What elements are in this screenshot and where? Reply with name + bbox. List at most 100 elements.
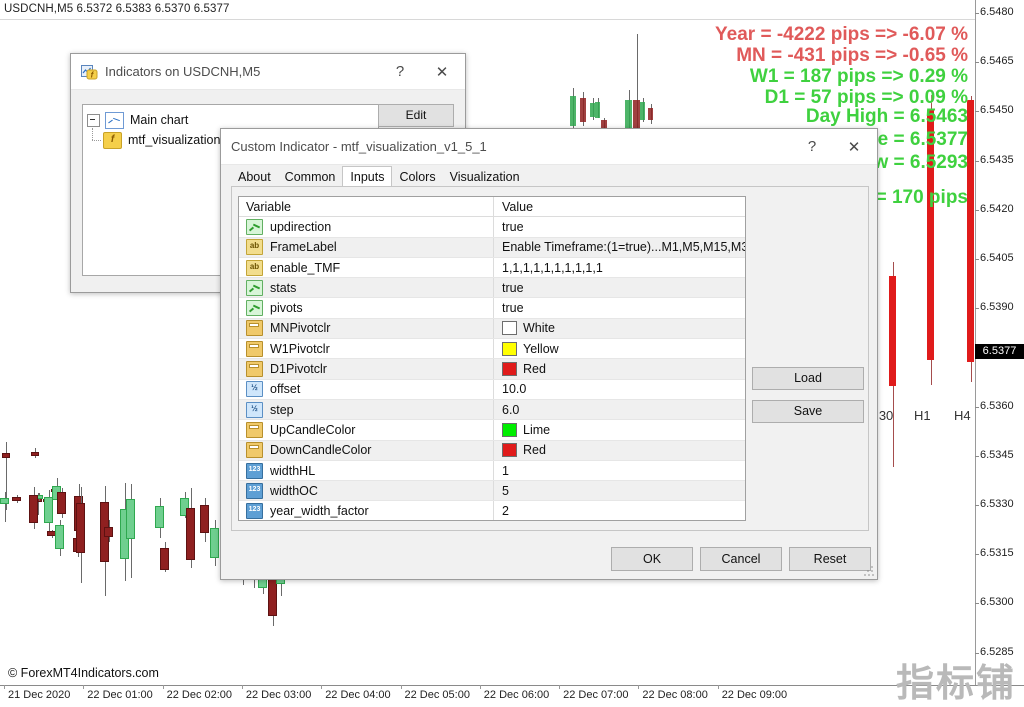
tab-bar[interactable]: About Common Inputs Colors Visualization: [231, 165, 527, 188]
parameters-table[interactable]: Variable Value updirection true ab FrameLab…: [238, 196, 746, 521]
table-row[interactable]: 123 widthHL 1: [239, 460, 745, 482]
value-cell[interactable]: Enable Timeframe:(1=true)...M1,M5,M15,M3…: [494, 238, 745, 257]
tab-colors[interactable]: Colors: [392, 168, 442, 187]
value-cell[interactable]: true: [494, 278, 745, 297]
table-row[interactable]: stats true: [239, 278, 745, 299]
parameters-rows: updirection true ab FrameLabel Enable Timefr…: [239, 217, 745, 520]
mtf-candle: [640, 98, 645, 122]
column-header-value: Value: [494, 197, 745, 218]
candlestick: [126, 484, 135, 578]
table-row[interactable]: D1Pivotclr Red: [239, 359, 745, 380]
custom-close-button[interactable]: ✕: [833, 130, 875, 164]
value-cell[interactable]: Red: [494, 441, 745, 460]
candlestick: [76, 487, 85, 583]
table-row[interactable]: ½ step 6.0: [239, 399, 745, 421]
tree-collapse-icon[interactable]: [87, 113, 100, 127]
candlestick: [12, 495, 21, 503]
value-cell[interactable]: 5: [494, 481, 745, 500]
value-cell[interactable]: 1: [494, 461, 745, 480]
custom-help-button[interactable]: ?: [791, 130, 833, 164]
candle-body: [31, 452, 39, 456]
indicators-window-titlebar[interactable]: f Indicators on USDCNH,M5 ? ✕: [71, 54, 465, 90]
value-cell[interactable]: 6.0: [494, 400, 745, 419]
time-tick: 22 Dec 07:00: [559, 685, 629, 701]
tree-row-main-chart[interactable]: Main chart: [87, 111, 374, 129]
color-swatch: [502, 422, 517, 437]
value-cell[interactable]: 10.0: [494, 380, 745, 399]
table-row[interactable]: ab FrameLabel Enable Timeframe:(1=true)...…: [239, 237, 745, 258]
table-row[interactable]: UpCandleColor Lime: [239, 420, 745, 441]
load-button[interactable]: Load: [752, 367, 864, 390]
price-tick: 6.5405: [975, 252, 1014, 264]
price-tick: 6.5465: [975, 55, 1014, 68]
value-cell[interactable]: true: [494, 217, 745, 236]
value-cell[interactable]: true: [494, 298, 745, 317]
table-row[interactable]: MNPivotclr White: [239, 318, 745, 340]
candlestick: [186, 488, 195, 568]
value-text: Lime: [523, 422, 551, 437]
custom-indicator-window[interactable]: Custom Indicator - mtf_visualization_v1_…: [220, 128, 878, 580]
reset-button[interactable]: Reset: [789, 547, 871, 571]
time-tick: 22 Dec 04:00: [321, 685, 391, 701]
save-button[interactable]: Save: [752, 400, 864, 423]
candlestick: [0, 492, 9, 522]
variable-cell: MNPivotclr: [239, 318, 494, 339]
string-type-icon: ab: [246, 259, 263, 276]
ok-button[interactable]: OK: [611, 547, 693, 571]
indicators-close-button[interactable]: ✕: [421, 55, 463, 89]
variable-name: offset: [270, 382, 301, 397]
value-text: 1: [502, 463, 509, 478]
candle-body: [2, 453, 10, 458]
value-cell[interactable]: Yellow: [494, 339, 745, 358]
indicators-help-button[interactable]: ?: [379, 55, 421, 89]
color-type-icon: [246, 421, 263, 438]
table-row[interactable]: updirection true: [239, 217, 745, 238]
candlestick: [29, 487, 38, 529]
value-cell[interactable]: Lime: [494, 420, 745, 439]
value-text: true: [502, 301, 524, 316]
tab-common[interactable]: Common: [278, 168, 343, 187]
candlestick: [55, 520, 64, 556]
variable-cell: 123 year_width_factor: [239, 501, 494, 520]
variable-cell: ab enable_TMF: [239, 257, 494, 278]
resize-grip[interactable]: [864, 566, 874, 576]
time-tick: 21 Dec 2020: [3, 685, 71, 701]
bool-type-icon: [246, 218, 263, 235]
time-axis[interactable]: 21 Dec 2020 22 Dec 01:00 22 Dec 02:00 22 De…: [0, 685, 1024, 707]
variable-name: MNPivotclr: [270, 321, 331, 336]
value-text: Red: [523, 362, 546, 377]
table-row[interactable]: pivots true: [239, 298, 745, 319]
table-row[interactable]: W1Pivotclr Yellow: [239, 339, 745, 360]
value-cell[interactable]: 2: [494, 501, 745, 520]
variable-cell: UpCandleColor: [239, 420, 494, 440]
time-tick: 22 Dec 01:00: [83, 685, 153, 701]
custom-indicator-titlebar[interactable]: Custom Indicator - mtf_visualization_v1_…: [221, 129, 877, 165]
chart-icon: [105, 111, 124, 129]
table-row[interactable]: DownCandleColor Red: [239, 440, 745, 461]
mtf-body: [648, 108, 653, 120]
variable-name: year_width_factor: [270, 504, 369, 519]
time-tick: 22 Dec 06:00: [479, 685, 550, 701]
mtf-candle: [595, 98, 600, 118]
variable-name: widthHL: [270, 463, 316, 478]
value-cell[interactable]: White: [494, 319, 745, 338]
time-tick: 22 Dec 08:00: [638, 685, 708, 701]
price-axis[interactable]: 6.5480 6.5465 6.5450 6.5435 6.5420 6.5405 6.53…: [975, 0, 1024, 690]
table-row[interactable]: ½ offset 10.0: [239, 379, 745, 400]
tab-visualization[interactable]: Visualization: [443, 168, 527, 187]
mtf-candle: [633, 34, 640, 142]
tab-about[interactable]: About: [231, 168, 278, 187]
table-row[interactable]: 123 year_width_factor 2: [239, 501, 745, 520]
variable-cell: D1Pivotclr: [239, 359, 494, 379]
value-cell[interactable]: 1,1,1,1,1,1,1,1,1,1: [494, 258, 745, 277]
value-cell[interactable]: Red: [494, 359, 745, 378]
cancel-button[interactable]: Cancel: [700, 547, 782, 571]
variable-name: FrameLabel: [270, 240, 337, 255]
table-row[interactable]: 123 widthOC 5: [239, 481, 745, 502]
edit-button[interactable]: Edit: [378, 104, 454, 127]
tf-label-h1: H1: [914, 408, 931, 423]
indicator-list-icon: f: [81, 64, 98, 80]
table-row[interactable]: ab enable_TMF 1,1,1,1,1,1,1,1,1,1: [239, 257, 745, 279]
variable-cell: stats: [239, 278, 494, 298]
tab-inputs[interactable]: Inputs: [342, 166, 393, 188]
